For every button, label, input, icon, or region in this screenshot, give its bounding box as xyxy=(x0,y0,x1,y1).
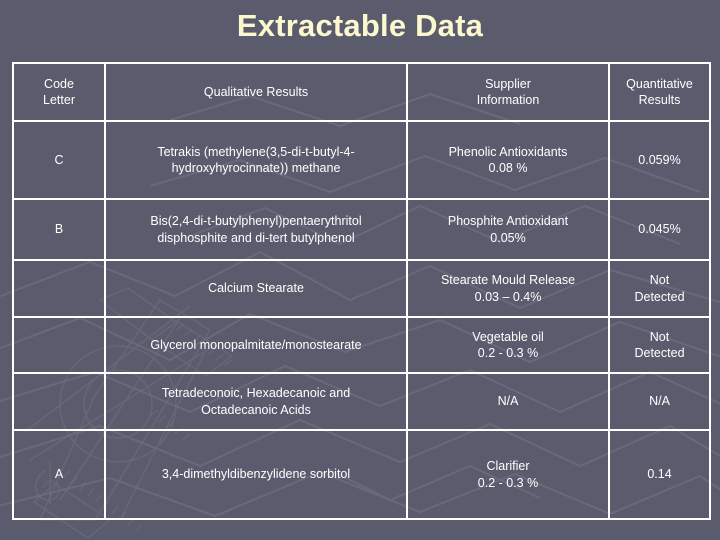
cell-supplier-information: Phenolic Antioxidants 0.08 % xyxy=(406,120,610,200)
column-header-supplier-information-line2: Information xyxy=(476,93,540,107)
cell-supplier-information: Stearate Mould Release 0.03 – 0.4% xyxy=(406,259,610,318)
column-header-supplier-information-line1: Supplier xyxy=(485,76,531,91)
column-header-quantitative-results-line2: Results xyxy=(638,93,681,107)
table-row: A 3,4-dimethyldibenzylidene sorbitol Cla… xyxy=(12,429,711,520)
column-header-quantitative-results-line1: Quantitative xyxy=(626,76,693,91)
table-row: Calcium Stearate Stearate Mould Release … xyxy=(12,259,711,318)
table-row: B Bis(2,4-di-t-butylphenyl)pentaerythrit… xyxy=(12,198,711,261)
cell-qualitative-results: Glycerol monopalmitate/monostearate xyxy=(104,316,408,374)
cell-qualitative-results: Calcium Stearate xyxy=(104,259,408,318)
page-title: Extractable Data xyxy=(236,8,484,43)
cell-supplier-line1: Phenolic Antioxidants xyxy=(448,144,568,159)
cell-supplier-line2: 0.2 - 0.3 % xyxy=(477,346,539,360)
cell-quantitative-line1: Not xyxy=(649,273,670,287)
cell-quantitative-line2: Detected xyxy=(634,289,685,304)
cell-supplier-line1: Phosphite Antioxidant xyxy=(447,214,569,228)
table-header: Code Letter Qualitative Results Supplier… xyxy=(12,62,711,122)
column-header-supplier-information: Supplier Information xyxy=(406,62,610,122)
cell-supplier-line1: N/A xyxy=(497,394,519,409)
column-header-code-letter-line1: Code xyxy=(44,76,74,91)
column-header-code-letter: Code Letter xyxy=(12,62,106,122)
column-header-qualitative-results-line1: Qualitative Results xyxy=(203,84,309,99)
cell-quantitative-line2: Detected xyxy=(634,346,685,360)
cell-quantitative-line1: Not xyxy=(649,329,670,344)
cell-code-letter: C xyxy=(12,120,106,200)
cell-qualitative-results: Bis(2,4-di-t-butylphenyl)pentaerythritol… xyxy=(104,198,408,261)
extractable-data-table: Code Letter Qualitative Results Supplier… xyxy=(12,62,711,520)
cell-qualitative-line1: Glycerol monopalmitate/monostearate xyxy=(150,337,362,352)
table-row: Tetradeconoic, Hexadecanoic and Octadeca… xyxy=(12,372,711,431)
cell-supplier-information: Vegetable oil 0.2 - 0.3 % xyxy=(406,316,610,374)
cell-supplier-information: Clarifier 0.2 - 0.3 % xyxy=(406,429,610,520)
cell-supplier-line1: Stearate Mould Release xyxy=(440,273,576,287)
cell-quantitative-results: Not Detected xyxy=(608,316,711,374)
cell-quantitative-results: N/A xyxy=(608,372,711,431)
cell-code-letter xyxy=(12,372,106,431)
table-body: C Tetrakis (methylene(3,5-di-t-butyl-4- … xyxy=(12,120,711,520)
cell-qualitative-results: Tetradeconoic, Hexadecanoic and Octadeca… xyxy=(104,372,408,431)
cell-code-letter xyxy=(12,259,106,318)
cell-quantitative-results: Not Detected xyxy=(608,259,711,318)
cell-qualitative-results: Tetrakis (methylene(3,5-di-t-butyl-4- hy… xyxy=(104,120,408,200)
cell-qualitative-line1: Tetradeconoic, Hexadecanoic and xyxy=(161,386,351,400)
cell-code-letter xyxy=(12,316,106,374)
cell-qualitative-line2: disphosphite and di-tert butylphenol xyxy=(157,230,355,245)
column-header-quantitative-results: Quantitative Results xyxy=(608,62,711,122)
cell-supplier-information: N/A xyxy=(406,372,610,431)
cell-supplier-line2: 0.03 – 0.4% xyxy=(474,289,542,304)
cell-quantitative-results: 0.045% xyxy=(608,198,711,261)
cell-supplier-line1: Clarifier xyxy=(486,459,530,473)
cell-qualitative-line2: Octadecanoic Acids xyxy=(201,402,311,417)
cell-qualitative-line1: Bis(2,4-di-t-butylphenyl)pentaerythritol xyxy=(150,214,362,228)
cell-supplier-line2: 0.2 - 0.3 % xyxy=(477,475,539,490)
cell-quantitative-results: 0.14 xyxy=(608,429,711,520)
cell-quantitative-results: 0.059% xyxy=(608,120,711,200)
table-row: Glycerol monopalmitate/monostearate Vege… xyxy=(12,316,711,374)
cell-qualitative-line1: 3,4-dimethyldibenzylidene sorbitol xyxy=(161,467,351,482)
cell-qualitative-line1: Tetrakis (methylene(3,5-di-t-butyl-4- xyxy=(157,144,355,159)
cell-qualitative-line2: hydroxyhyrocinnate)) methane xyxy=(171,161,341,175)
cell-supplier-line2: 0.08 % xyxy=(488,161,528,175)
cell-supplier-line2: 0.05% xyxy=(490,230,526,245)
cell-code-letter: B xyxy=(12,198,106,261)
extractable-data-table-container: Code Letter Qualitative Results Supplier… xyxy=(12,62,711,520)
cell-supplier-information: Phosphite Antioxidant 0.05% xyxy=(406,198,610,261)
cell-code-letter: A xyxy=(12,429,106,520)
cell-qualitative-line1: Calcium Stearate xyxy=(208,281,304,296)
table-row: C Tetrakis (methylene(3,5-di-t-butyl-4- … xyxy=(12,120,711,200)
cell-qualitative-results: 3,4-dimethyldibenzylidene sorbitol xyxy=(104,429,408,520)
table-header-row: Code Letter Qualitative Results Supplier… xyxy=(12,62,711,122)
column-header-code-letter-line2: Letter xyxy=(43,93,75,107)
column-header-qualitative-results: Qualitative Results xyxy=(104,62,408,122)
cell-supplier-line1: Vegetable oil xyxy=(472,329,544,344)
